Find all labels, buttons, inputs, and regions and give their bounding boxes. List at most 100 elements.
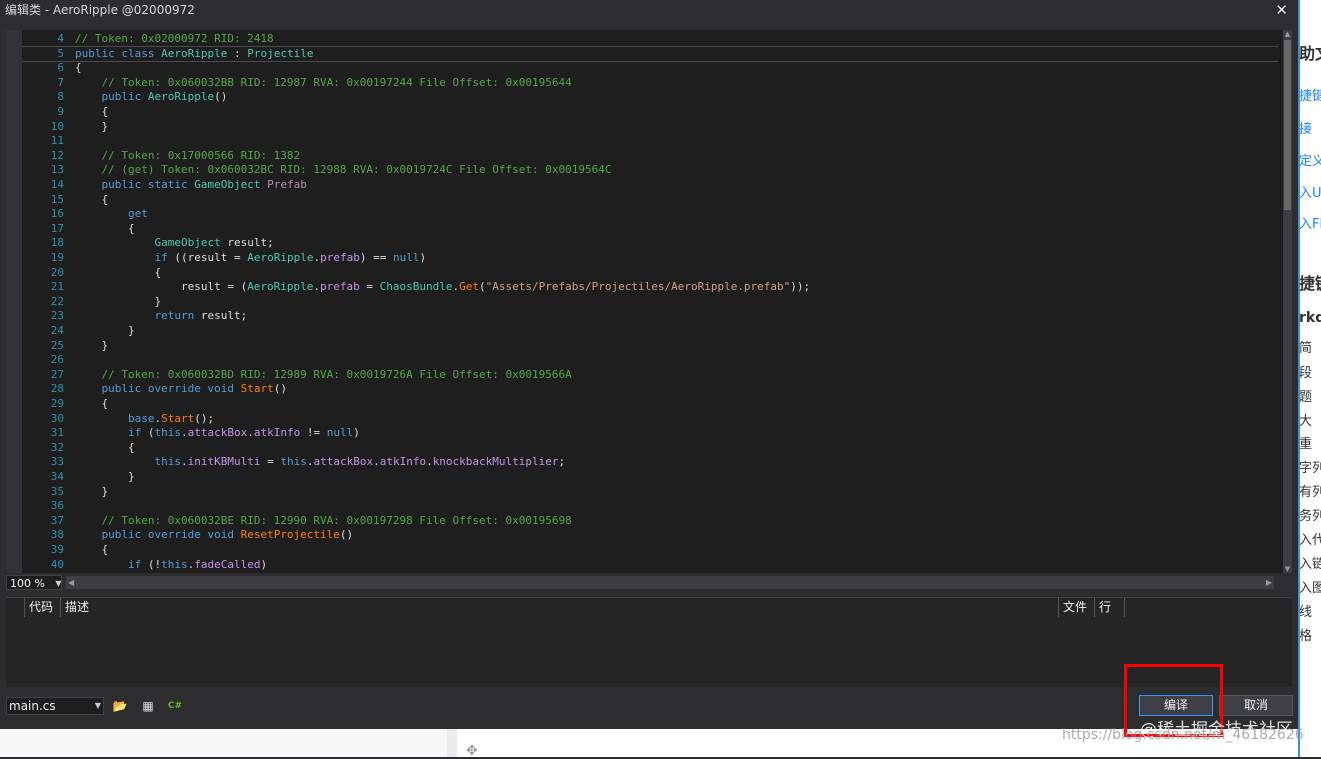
code-line[interactable]: 8 public AeroRipple() xyxy=(22,90,1278,104)
code-text: // Token: 0x17000566 RID: 1382 xyxy=(101,148,301,162)
open-folder-icon[interactable]: 📂 xyxy=(111,697,129,715)
code-line[interactable]: 37 // Token: 0x060032BE RID: 12990 RVA: … xyxy=(22,514,1278,528)
code-text: public static GameObject Prefab xyxy=(101,178,307,191)
code-text: } xyxy=(75,324,135,337)
code-line[interactable]: 6{ xyxy=(22,61,1278,75)
cancel-button[interactable]: 取消 xyxy=(1219,695,1293,716)
code-line[interactable]: 31 if (this.attackBox.atkInfo != null) xyxy=(22,426,1278,440)
code-text: // Token: 0x060032BE RID: 12990 RVA: 0x0… xyxy=(101,513,572,527)
code-line[interactable]: 29 { xyxy=(22,397,1278,411)
background-pane-left xyxy=(0,729,447,757)
code-line[interactable]: 30 base.Start(); xyxy=(22,412,1278,426)
code-line[interactable]: 25 } xyxy=(22,339,1278,353)
line-number: 29 xyxy=(50,397,64,410)
code-text: { xyxy=(75,265,162,279)
code-line[interactable]: 12 // Token: 0x17000566 RID: 1382 xyxy=(22,149,1278,163)
code-line[interactable]: 33 this.initKBMulti = this.attackBox.atk… xyxy=(22,455,1278,469)
code-text: { xyxy=(75,440,135,454)
code-line[interactable]: 19 if ((result = AeroRipple.prefab) == n… xyxy=(22,251,1278,265)
code-line[interactable]: 5 public class AeroRipple : Projectile xyxy=(22,45,1278,62)
vertical-scroll-thumb[interactable] xyxy=(1284,40,1291,210)
code-line[interactable]: 11 xyxy=(22,134,1278,148)
code-line[interactable]: 41 { xyxy=(22,572,1278,573)
code-line[interactable]: 4 // Token: 0x02000972 RID: 2418 xyxy=(22,32,1278,46)
code-line[interactable]: 7 // Token: 0x060032BB RID: 12987 RVA: 0… xyxy=(22,76,1278,90)
chevron-down-icon[interactable]: ▼ xyxy=(54,576,63,591)
close-icon[interactable]: ✕ xyxy=(1275,0,1288,20)
column-file[interactable]: 文件 xyxy=(1058,598,1094,617)
column-code[interactable]: 代码 xyxy=(24,598,60,617)
right-panel-item: 入代码 xyxy=(1299,533,1321,548)
code-text: } xyxy=(75,294,162,308)
code-line[interactable]: 10 } xyxy=(22,120,1278,134)
code-line[interactable]: 14 public static GameObject Prefab xyxy=(22,178,1278,192)
error-list-body[interactable] xyxy=(6,617,1292,687)
line-number: 28 xyxy=(50,382,64,396)
code-line[interactable]: 35 } xyxy=(22,485,1278,499)
code-text: { xyxy=(75,397,109,410)
line-number: 36 xyxy=(50,499,64,513)
assembly-references-icon[interactable]: ▦ xyxy=(139,697,157,715)
code-line[interactable]: 13 // (get) Token: 0x060032BC RID: 12988… xyxy=(22,163,1278,177)
code-line[interactable]: 18 GameObject result; xyxy=(22,236,1278,250)
line-number: 8 xyxy=(57,90,64,104)
scroll-right-icon[interactable]: ▶ xyxy=(1266,576,1272,589)
column-description[interactable]: 描述 xyxy=(60,598,1058,617)
line-number: 16 xyxy=(50,207,64,221)
right-background-panel: 助文捷键接定义入U入Fl捷键rkd简段题大重字列表有列表务列表入代码入链接入图片… xyxy=(1298,0,1321,757)
bottom-toolbar: main.cs ▼ 📂 ▦ C# 编译 取消 xyxy=(0,690,1298,729)
right-panel-item: 接 xyxy=(1299,122,1313,137)
right-panel-item: 入Fl xyxy=(1299,217,1321,232)
code-line[interactable]: 24 } xyxy=(22,324,1278,338)
code-line[interactable]: 34 } xyxy=(22,470,1278,484)
line-number: 25 xyxy=(50,338,64,352)
right-panel-item: 重 xyxy=(1299,437,1313,452)
csharp-icon[interactable]: C# xyxy=(166,697,184,715)
column-line[interactable]: 行 xyxy=(1094,598,1124,617)
code-line[interactable]: 27 // Token: 0x060032BD RID: 12989 RVA: … xyxy=(22,368,1278,382)
code-text: } xyxy=(75,470,135,483)
code-line[interactable]: 28 public override void Start() xyxy=(22,382,1278,396)
code-line[interactable]: 38 public override void ResetProjectile(… xyxy=(22,528,1278,542)
zoom-select[interactable]: 100 % ▼ xyxy=(6,575,62,590)
code-line[interactable]: 26 xyxy=(22,353,1278,367)
vertical-scrollbar[interactable]: ▲ ▼ xyxy=(1283,30,1292,573)
code-line[interactable]: 22 } xyxy=(22,295,1278,309)
code-text: base.Start(); xyxy=(127,411,215,425)
code-text: // Token: 0x060032BD RID: 12989 RVA: 0x0… xyxy=(101,367,572,381)
right-panel-item: 线 xyxy=(1299,605,1313,620)
horizontal-scrollbar[interactable]: ◀ ▶ xyxy=(66,576,1274,589)
line-number: 23 xyxy=(50,309,64,323)
code-line[interactable]: 40 if (!this.fadeCalled) xyxy=(22,558,1278,572)
background-divider xyxy=(447,729,457,757)
scroll-left-icon[interactable]: ◀ xyxy=(68,576,74,589)
code-line[interactable]: 36 xyxy=(22,499,1278,513)
code-line[interactable]: 39 { xyxy=(22,543,1278,557)
code-line[interactable]: 20 { xyxy=(22,266,1278,280)
line-number: 6 xyxy=(57,61,64,75)
scroll-up-icon[interactable]: ▲ xyxy=(1283,30,1292,38)
file-select[interactable]: main.cs ▼ xyxy=(6,697,104,715)
code-line[interactable]: 9 { xyxy=(22,105,1278,119)
right-panel-item: 入链接 xyxy=(1299,557,1321,572)
watermark-url: https://blog.csdn.net/m_46182626 xyxy=(1062,727,1304,743)
line-number: 22 xyxy=(50,294,64,308)
code-line[interactable]: 21 result = (AeroRipple.prefab = ChaosBu… xyxy=(22,280,1278,294)
code-line[interactable]: 32 { xyxy=(22,441,1278,455)
line-number: 27 xyxy=(50,367,64,381)
code-text: return result; xyxy=(154,309,248,323)
code-editor[interactable]: 4 // Token: 0x02000972 RID: 2418 5 public c… xyxy=(6,30,1292,573)
title-bar: 编辑类 - AeroRipple @02000972 ✕ xyxy=(0,0,1298,20)
code-line[interactable]: 16 get xyxy=(22,207,1278,221)
edit-class-dialog: 编辑类 - AeroRipple @02000972 ✕ 4 // Token: … xyxy=(0,0,1298,729)
line-number: 41 xyxy=(22,572,64,573)
code-text: if (!this.fadeCalled) xyxy=(127,557,268,571)
code-line[interactable]: 15 { xyxy=(22,193,1278,207)
code-lines[interactable]: 4 // Token: 0x02000972 RID: 2418 5 public c… xyxy=(22,30,1278,573)
code-text: get xyxy=(127,207,148,221)
code-line[interactable]: 23 return result; xyxy=(22,309,1278,323)
chevron-down-icon[interactable]: ▼ xyxy=(95,698,101,714)
code-line[interactable]: 17 { xyxy=(22,222,1278,236)
scroll-down-icon[interactable]: ▼ xyxy=(1283,565,1292,573)
code-text: // Token: 0x02000972 RID: 2418 xyxy=(75,32,274,45)
